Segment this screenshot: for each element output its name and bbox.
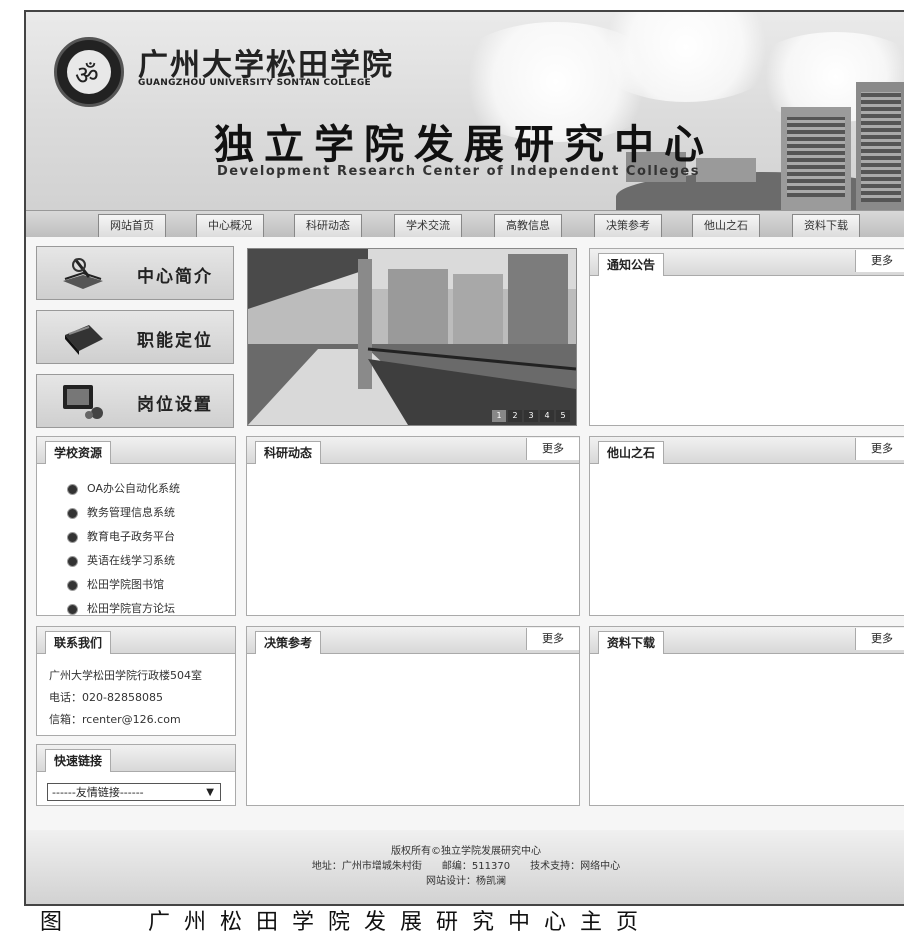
footer-designer: 网站设计：杨凯澜 [426,876,506,887]
nav-overview[interactable]: 中心概况 [196,214,264,237]
resources-panel: 学校资源 OA办公自动化系统 教务管理信息系统 教育电子政务平台 英语在线学习系… [36,436,236,616]
research-panel: 科研动态 更多 [246,436,580,616]
resource-link-library[interactable]: 松田学院图书馆 [67,573,180,597]
side-button-function[interactable]: 职能定位 [36,310,234,364]
panel-title: 决策参考 [255,631,322,654]
contact-panel: 联系我们 广州大学松田学院行政楼504室 电话：020-82858085 信箱：… [36,626,236,736]
panel-title: 快速链接 [45,749,112,772]
university-name-en: GUANGZHOU UNIVERSITY SONTAN COLLEGE [138,78,371,88]
resource-link-academic-affairs[interactable]: 教务管理信息系统 [67,501,180,525]
footer-address: 地址：广州市增城朱村街 邮编：511370 技术支持：网络中心 [311,861,621,872]
nav-research[interactable]: 科研动态 [294,214,362,237]
campus-photo-slideshow[interactable]: 12345 [247,248,577,426]
folder-icon [65,325,103,355]
panel-title: 他山之石 [598,441,665,464]
side-button-label: 中心简介 [137,267,213,287]
others-panel: 他山之石 更多 [589,436,904,616]
notice-panel: 通知公告 更多 [589,248,904,426]
slide-dot[interactable]: 1 [492,410,506,422]
campus-photo [248,249,576,425]
book-pen-icon [63,258,103,289]
building-decoration [781,107,851,212]
slide-dot[interactable]: 2 [508,410,522,422]
more-link[interactable]: 更多 [526,628,579,650]
nav-decision[interactable]: 决策参考 [594,214,662,237]
computer-icon [63,385,103,419]
resource-link-forum[interactable]: 松田学院官方论坛 [67,597,180,621]
nav-download[interactable]: 资料下载 [792,214,860,237]
webpage: ॐ 广州大学松田学院 GUANGZHOU UNIVERSITY SONTAN C… [24,10,904,906]
more-link[interactable]: 更多 [855,628,904,650]
panel-title: 通知公告 [598,253,665,276]
university-logo: ॐ [54,37,124,107]
more-link[interactable]: 更多 [855,438,904,460]
site-header: ॐ 广州大学松田学院 GUANGZHOU UNIVERSITY SONTAN C… [26,12,904,237]
center-title-en: Development Research Center of Independe… [217,164,700,179]
more-link[interactable]: 更多 [855,250,904,272]
main-nav: 网站首页 中心概况 科研动态 学术交流 高教信息 决策参考 他山之石 资料下载 [26,210,904,237]
contact-phone: 电话：020-82858085 [49,691,163,704]
dropdown-arrow-icon: ▼ [206,787,214,798]
download-panel: 资料下载 更多 [589,626,904,806]
slide-dot[interactable]: 3 [524,410,538,422]
building-decoration [856,82,904,212]
resource-list: OA办公自动化系统 教务管理信息系统 教育电子政务平台 英语在线学习系统 松田学… [67,477,180,621]
side-button-intro[interactable]: 中心简介 [36,246,234,300]
slide-dot[interactable]: 5 [556,410,570,422]
decision-panel: 决策参考 更多 [246,626,580,806]
panel-title: 联系我们 [45,631,112,654]
panel-title: 学校资源 [45,441,112,464]
slideshow-pager: 12345 [490,403,570,422]
contact-email: 信箱：rcenter@126.com [49,713,181,726]
nav-academic[interactable]: 学术交流 [394,214,462,237]
friend-links-select[interactable]: ------友情链接------ ▼ [47,783,221,801]
resource-link-e-gov[interactable]: 教育电子政务平台 [67,525,180,549]
quick-links-panel: 快速链接 ------友情链接------ ▼ [36,744,236,806]
footer-copyright: 版权所有©独立学院发展研究中心 [391,846,541,857]
site-footer: 版权所有©独立学院发展研究中心 地址：广州市增城朱村街 邮编：511370 技术… [26,830,904,904]
panel-title: 资料下载 [598,631,665,654]
select-value: ------友情链接------ [52,786,144,799]
side-button-positions[interactable]: 岗位设置 [36,374,234,428]
contact-address: 广州大学松田学院行政楼504室 [49,669,202,682]
slide-dot[interactable]: 4 [540,410,554,422]
resource-link-oa[interactable]: OA办公自动化系统 [67,477,180,501]
more-link[interactable]: 更多 [526,438,579,460]
resource-link-english[interactable]: 英语在线学习系统 [67,549,180,573]
side-button-label: 岗位设置 [137,395,213,415]
side-button-label: 职能定位 [137,331,213,351]
figure-caption: 图 广州松田学院发展研究中心主页 [40,910,653,935]
panel-title: 科研动态 [255,441,322,464]
nav-others[interactable]: 他山之石 [692,214,760,237]
nav-home[interactable]: 网站首页 [98,214,166,237]
center-title-cn: 独立学院发展研究中心 [214,121,714,168]
nav-higher-ed[interactable]: 高教信息 [494,214,562,237]
